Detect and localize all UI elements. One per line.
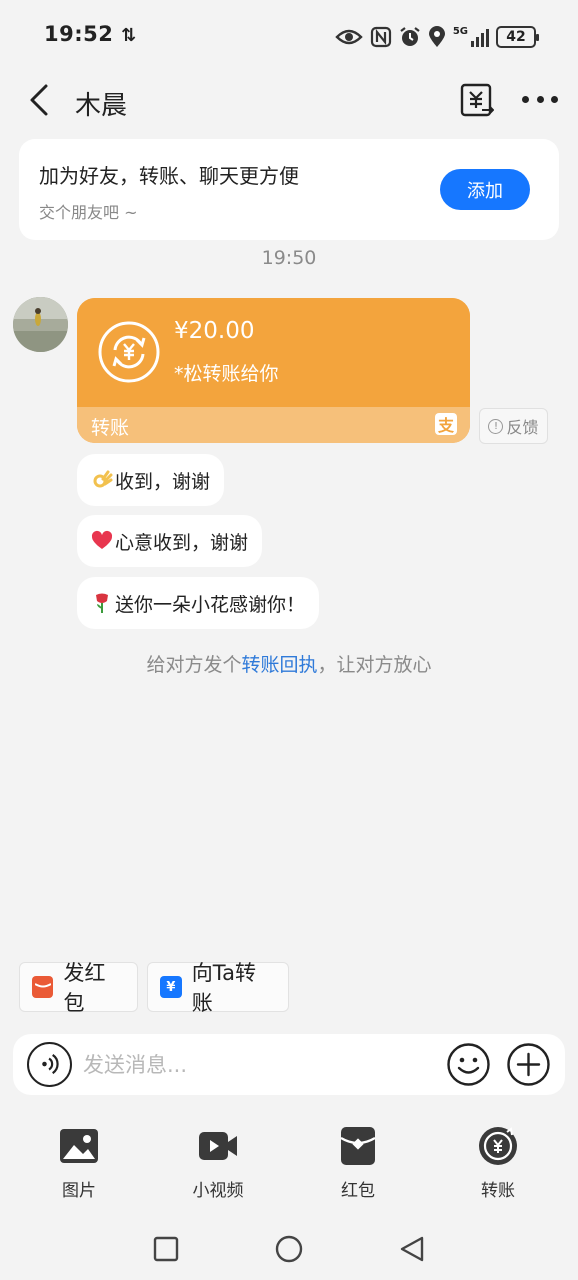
feedback-button[interactable]: ! 反馈 — [479, 408, 548, 444]
emoji-icon[interactable] — [446, 1042, 491, 1087]
more-options-icon[interactable] — [522, 84, 558, 114]
chat-header: 木晨 — [0, 70, 578, 134]
tool-label: 红包 — [341, 1181, 375, 1201]
status-bar: 19:52 ⇅ 5G 42 — [0, 0, 578, 70]
message-input[interactable] — [83, 1048, 423, 1082]
red-packet-label: 发红包 — [63, 961, 106, 1015]
tool-red-packet[interactable]: 红包 — [308, 1126, 408, 1206]
battery-level: 42 — [506, 29, 526, 45]
alipay-logo-icon: 支 — [435, 413, 457, 435]
message-input-bar — [13, 1034, 565, 1095]
back-arrow-icon[interactable] — [22, 82, 58, 118]
transfer-header-icon[interactable] — [460, 83, 494, 117]
tool-label: 转账 — [481, 1181, 515, 1201]
alarm-icon — [400, 27, 420, 46]
transfer-amount: ¥20.00 — [174, 318, 255, 344]
quick-reply-gratitude[interactable]: 心意收到，谢谢 — [77, 515, 263, 567]
voice-input-icon[interactable] — [27, 1042, 72, 1087]
status-icons: 5G 42 — [335, 22, 539, 52]
add-friend-button[interactable]: 添加 — [440, 169, 530, 210]
chat-title: 木晨 — [75, 91, 128, 121]
transfer-yuan-icon — [98, 321, 160, 383]
transfer-icon — [479, 1127, 517, 1165]
quick-reply-received[interactable]: 收到，谢谢 — [77, 454, 225, 506]
transfer-description: *松转账给你 — [174, 363, 279, 385]
eye-icon — [335, 29, 363, 45]
receipt-tip-prefix: 给对方发个 — [146, 654, 242, 676]
tool-image[interactable]: 图片 — [29, 1126, 129, 1206]
quick-reply-flower[interactable]: 送你一朵小花感谢你！ — [77, 577, 320, 629]
back-nav-icon[interactable] — [396, 1233, 428, 1265]
reply-text: 心意收到，谢谢 — [115, 531, 249, 554]
image-icon — [60, 1129, 98, 1163]
reply-text: 收到，谢谢 — [115, 470, 211, 493]
network-type: 5G — [452, 25, 468, 37]
banner-title: 加为好友，转账、聊天更方便 — [39, 164, 299, 188]
data-activity-icon: ⇅ — [121, 25, 137, 46]
location-icon — [428, 26, 445, 47]
tool-video[interactable]: 小视频 — [168, 1126, 268, 1206]
recent-apps-icon[interactable] — [150, 1233, 182, 1265]
reply-text: 送你一朵小花感谢你！ — [115, 593, 306, 616]
transfer-card-body: ¥20.00 *松转账给你 — [77, 298, 470, 407]
add-friend-banner: 加为好友，转账、聊天更方便 交个朋友吧 ~ 添加 — [19, 139, 559, 240]
ok-hand-emoji — [93, 470, 113, 488]
heart-emoji — [91, 530, 113, 549]
status-time: 19:52 ⇅ — [44, 22, 137, 46]
feedback-label: 反馈 — [506, 418, 539, 437]
time-separator: 19:50 — [261, 247, 317, 269]
transfer-to-label: 向Ta转账 — [191, 961, 256, 1015]
tool-label: 小视频 — [192, 1181, 244, 1201]
red-packet-icon — [340, 1127, 376, 1165]
receipt-tip: 给对方发个转账回执，让对方放心 — [0, 650, 578, 677]
signal-icon — [471, 27, 489, 47]
red-packet-icon — [32, 976, 54, 998]
transfer-receipt-link[interactable]: 转账回执 — [241, 654, 317, 676]
transfer-to-user-button[interactable]: ¥ 向Ta转账 — [147, 961, 289, 1015]
info-icon: ! — [488, 418, 504, 434]
transfer-card-label: 转账 — [91, 417, 130, 439]
transfer-card-footer: 转账 支 — [77, 407, 470, 443]
rose-emoji — [96, 593, 108, 613]
receipt-tip-suffix: ，让对方放心 — [317, 654, 432, 676]
home-icon[interactable] — [273, 1233, 305, 1265]
transfer-voucher-icon: ¥ — [160, 976, 182, 998]
banner-subtitle: 交个朋友吧 ~ — [39, 203, 138, 222]
tool-label: 图片 — [62, 1181, 96, 1201]
avatar[interactable] — [13, 297, 68, 352]
battery-icon: 42 — [496, 26, 539, 48]
plus-icon[interactable] — [506, 1042, 551, 1087]
nfc-icon — [370, 26, 391, 48]
clock-text: 19:52 — [44, 22, 114, 46]
tool-transfer[interactable]: 转账 — [448, 1126, 548, 1206]
send-red-packet-button[interactable]: 发红包 — [19, 961, 138, 1015]
video-icon — [199, 1132, 237, 1160]
transfer-message-card[interactable]: ¥20.00 *松转账给你 转账 支 — [77, 298, 470, 443]
